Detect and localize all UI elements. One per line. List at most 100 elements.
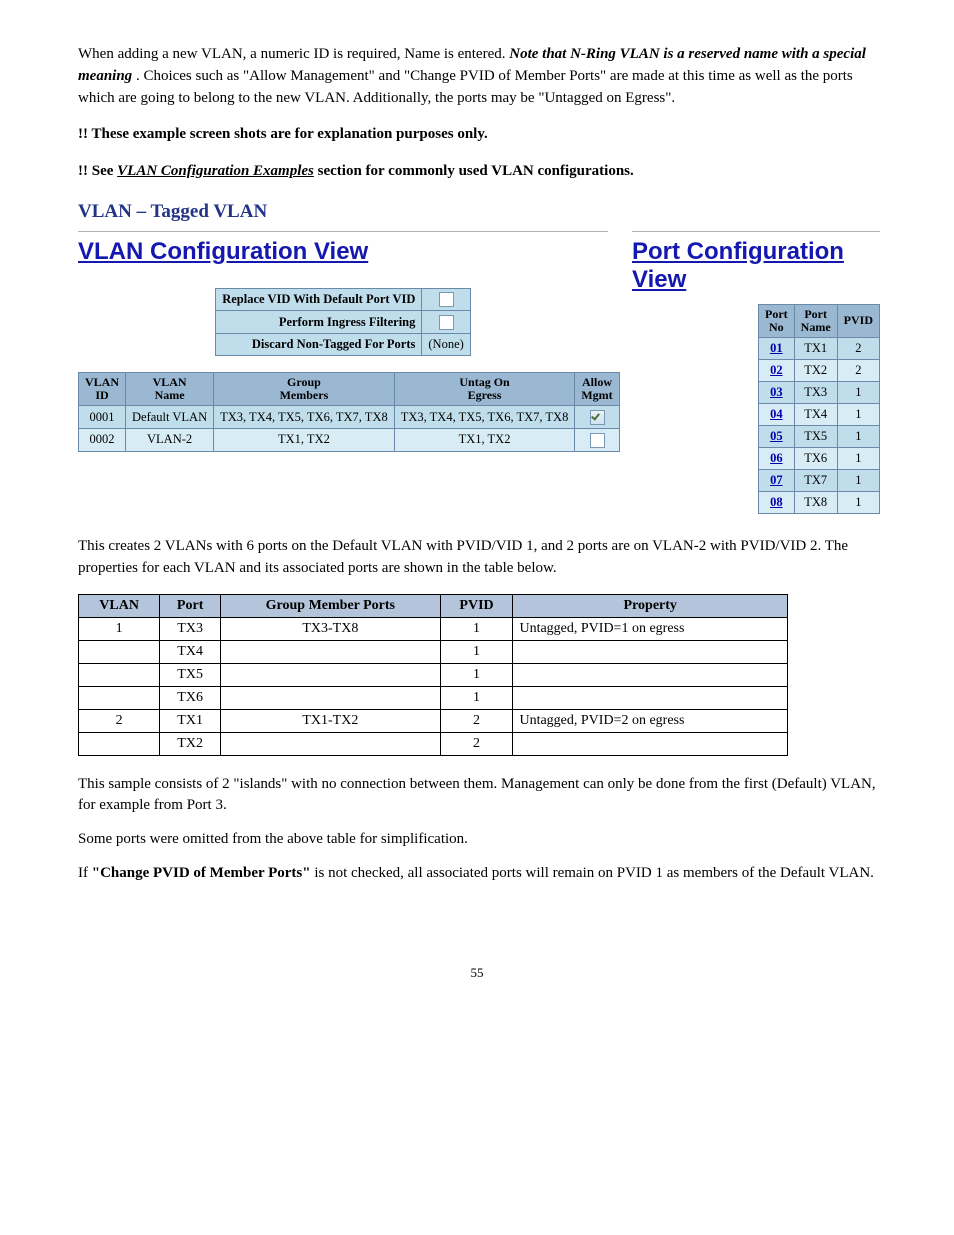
port-name: TX7 [794,470,837,492]
vlan-group: TX1, TX2 [214,429,395,452]
vlan-mgmt [575,429,619,452]
props-group: TX3-TX8 [221,617,441,640]
port-pvid: 1 [837,382,879,404]
replace-vid-checkbox[interactable] [439,292,454,307]
props-th-pvid: PVID [440,594,513,617]
props-th-vlan: VLAN [79,594,160,617]
props-vlan [79,640,160,663]
warning-explanation-only: These example screen shots are for expla… [78,124,876,146]
vlan-row: 0001Default VLANTX3, TX4, TX5, TX6, TX7,… [79,406,620,429]
port-row: 02TX22 [759,360,880,382]
closing-p3: If "Change PVID of Member Ports" is not … [78,863,876,885]
props-row: TX2 2 [79,732,788,755]
allow-mgmt-checkbox[interactable] [590,410,605,425]
props-vlan: 1 [79,617,160,640]
props-group [221,732,441,755]
vlan-th-mgmt: Allow Mgmt [575,373,619,406]
props-group: TX1-TX2 [221,709,441,732]
ingress-checkbox[interactable] [439,315,454,330]
props-property [513,640,788,663]
vlan-id: 0001 [79,406,126,429]
port-no-link[interactable]: 02 [759,360,795,382]
vlan-untag: TX1, TX2 [394,429,575,452]
props-pvid: 2 [440,732,513,755]
props-row: TX4 1 [79,640,788,663]
props-property: Untagged, PVID=1 on egress [513,617,788,640]
props-row: TX51 [79,663,788,686]
port-th-pvid: PVID [837,304,879,337]
vlan-id: 0002 [79,429,126,452]
section-tagged-vlan: VLAN – Tagged VLAN [78,201,876,223]
port-no-link[interactable]: 01 [759,338,795,360]
port-name: TX8 [794,492,837,514]
vlan-group: TX3, TX4, TX5, TX6, TX7, TX8 [214,406,395,429]
props-pvid: 1 [440,686,513,709]
port-row: 06TX61 [759,448,880,470]
port-no-link[interactable]: 04 [759,404,795,426]
vlan-config-examples-link: VLAN Configuration Examples [117,163,314,179]
port-row: 04TX41 [759,404,880,426]
props-pvid: 1 [440,663,513,686]
props-vlan [79,663,160,686]
props-th-port: Port [160,594,221,617]
vlan-options-table: Replace VID With Default Port VID Perfor… [215,288,471,356]
props-group [221,686,441,709]
opt-discard-value: (None) [422,334,470,356]
props-vlan [79,732,160,755]
props-row: TX6 1 [79,686,788,709]
props-property [513,663,788,686]
opt-replace-vid-checkbox-cell [422,288,470,311]
port-th-name: Port Name [794,304,837,337]
props-group [221,640,441,663]
opt-replace-vid-label: Replace VID With Default Port VID [216,288,422,311]
port-pvid: 1 [837,404,879,426]
port-no-link[interactable]: 08 [759,492,795,514]
port-pvid: 1 [837,470,879,492]
warning-see-vlan-examples: !! See VLAN Configuration Examples secti… [78,161,876,183]
props-vlan: 2 [79,709,160,732]
props-port: TX1 [160,709,221,732]
port-config-panel: Port Configuration View Port No Port Nam… [628,229,880,514]
props-property [513,686,788,709]
props-pvid: 2 [440,709,513,732]
port-pvid: 2 [837,360,879,382]
props-row: 1TX3TX3-TX81Untagged, PVID=1 on egress [79,617,788,640]
props-th-group: Group Member Ports [221,594,441,617]
result-paragraph: This creates 2 VLANs with 6 ports on the… [78,536,876,580]
vlan-config-panel: VLAN Configuration View Replace VID With… [78,229,608,452]
props-port: TX4 [160,640,221,663]
properties-table: VLAN Port Group Member Ports PVID Proper… [78,594,788,756]
vlan-table: VLAN ID VLAN Name Group Members Untag On… [78,372,620,452]
port-pvid: 1 [837,448,879,470]
port-name: TX6 [794,448,837,470]
port-name: TX1 [794,338,837,360]
port-config-title: Port Configuration View [632,238,880,294]
props-property [513,732,788,755]
props-port: TX3 [160,617,221,640]
props-port: TX2 [160,732,221,755]
props-row: 2TX1TX1-TX22Untagged, PVID=2 on egress [79,709,788,732]
port-row: 07TX71 [759,470,880,492]
props-group [221,663,441,686]
vlan-config-title: VLAN Configuration View [78,238,368,266]
closing-p1: This sample consists of 2 "islands" with… [78,774,876,818]
props-property: Untagged, PVID=2 on egress [513,709,788,732]
port-no-link[interactable]: 03 [759,382,795,404]
port-row: 08TX81 [759,492,880,514]
vlan-th-group: Group Members [214,373,395,406]
vlan-row: 0002VLAN-2TX1, TX2TX1, TX2 [79,429,620,452]
port-name: TX3 [794,382,837,404]
port-no-link[interactable]: 06 [759,448,795,470]
vlan-mgmt [575,406,619,429]
port-row: 05TX51 [759,426,880,448]
port-no-link[interactable]: 05 [759,426,795,448]
port-pvid: 2 [837,338,879,360]
allow-mgmt-checkbox[interactable] [590,433,605,448]
vlan-th-name: VLAN Name [126,373,214,406]
props-port: TX6 [160,686,221,709]
intro-paragraph: When adding a new VLAN, a numeric ID is … [78,44,876,109]
port-no-link[interactable]: 07 [759,470,795,492]
props-pvid: 1 [440,640,513,663]
port-pvid: 1 [837,426,879,448]
props-th-property: Property [513,594,788,617]
